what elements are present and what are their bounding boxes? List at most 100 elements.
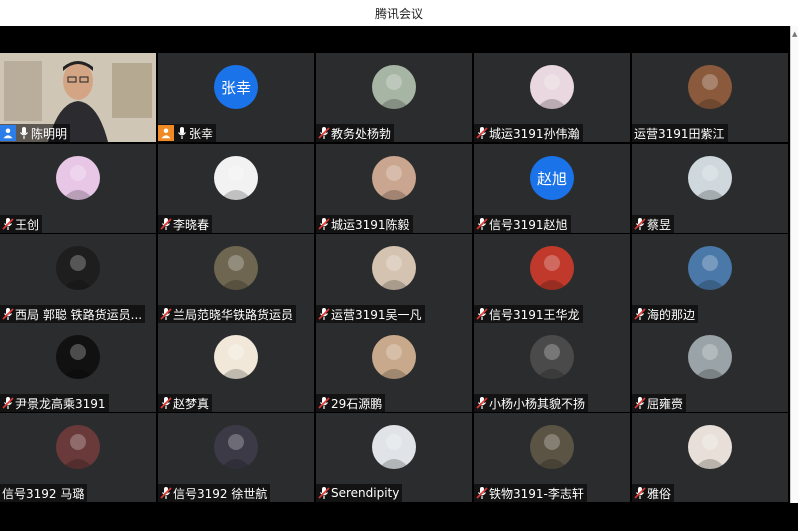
participant-label: 尹景龙高乘3191 bbox=[0, 394, 109, 412]
participant-name: 城运3191陈毅 bbox=[331, 217, 410, 232]
participant-label: 信号3191王华龙 bbox=[474, 305, 583, 323]
participant-label: 雅俗 bbox=[632, 484, 675, 502]
mic-muted-icon bbox=[318, 486, 330, 500]
participant-tile[interactable]: 赵旭 信号3191赵旭 bbox=[474, 144, 630, 233]
participant-tile[interactable]: 尹景龙高乘3191 bbox=[0, 323, 156, 412]
participant-tile[interactable]: 海的那边 bbox=[632, 234, 788, 323]
participant-name: 尹景龙高乘3191 bbox=[15, 396, 106, 411]
participant-tile[interactable]: 运营3191吴一凡 bbox=[316, 234, 472, 323]
mic-muted-icon bbox=[634, 396, 646, 410]
participant-tile[interactable]: 信号3191王华龙 bbox=[474, 234, 630, 323]
mic-muted-icon bbox=[160, 486, 172, 500]
participant-tile[interactable]: 信号3192 马璐 bbox=[0, 413, 156, 502]
mic-muted-icon bbox=[476, 486, 488, 500]
participant-label: 城运3191孙伟瀚 bbox=[474, 124, 583, 142]
mic-muted-icon bbox=[160, 217, 172, 231]
participant-name: 运营3191吴一凡 bbox=[331, 307, 422, 322]
avatar bbox=[530, 246, 574, 290]
mic-muted-icon bbox=[634, 486, 646, 500]
participant-label: 张幸 bbox=[158, 124, 217, 142]
participant-label: 西局 郭聪 铁路货运员... bbox=[0, 305, 146, 323]
participant-tile[interactable]: 城运3191孙伟瀚 bbox=[474, 53, 630, 142]
mic-muted-icon bbox=[318, 396, 330, 410]
participant-label: 小杨小杨其貌不扬 bbox=[474, 394, 589, 412]
mic-muted-icon bbox=[476, 217, 488, 231]
participant-name: 李晓春 bbox=[173, 217, 210, 232]
participant-name: 张幸 bbox=[189, 126, 214, 141]
participant-label: 李晓春 bbox=[158, 215, 213, 233]
mic-muted-icon bbox=[318, 307, 330, 321]
participant-label: 运营3191田紫江 bbox=[632, 124, 728, 142]
participant-name: 赵梦真 bbox=[173, 396, 210, 411]
participant-tile[interactable]: Serendipity bbox=[316, 413, 472, 502]
participant-name: 运营3191田紫江 bbox=[634, 126, 725, 141]
participant-label: 29石源鹏 bbox=[316, 394, 386, 412]
participant-tile[interactable]: 蔡昱 bbox=[632, 144, 788, 233]
participant-label: 王创 bbox=[0, 215, 43, 233]
mic-icon bbox=[176, 126, 188, 140]
host-badge-icon bbox=[158, 125, 174, 141]
mic-muted-icon bbox=[2, 217, 14, 231]
participant-tile[interactable]: 王创 bbox=[0, 144, 156, 233]
participant-name: 蔡昱 bbox=[647, 217, 672, 232]
participant-tile[interactable]: 赵梦真 bbox=[158, 323, 314, 412]
participant-label: 信号3191赵旭 bbox=[474, 215, 571, 233]
participant-tile[interactable]: 教务处杨勃 bbox=[316, 53, 472, 142]
participant-tile[interactable]: 运营3191田紫江 bbox=[632, 53, 788, 142]
participant-label: 信号3192 马璐 bbox=[0, 484, 88, 502]
participant-tile[interactable]: 信号3192 徐世航 bbox=[158, 413, 314, 502]
avatar bbox=[214, 335, 258, 379]
participant-tile[interactable]: 西局 郭聪 铁路货运员... bbox=[0, 234, 156, 323]
mic-muted-icon bbox=[2, 396, 14, 410]
avatar bbox=[688, 156, 732, 200]
mic-muted-icon bbox=[160, 307, 172, 321]
participant-name: 海的那边 bbox=[647, 307, 696, 322]
participant-label: 城运3191陈毅 bbox=[316, 215, 413, 233]
avatar bbox=[530, 65, 574, 109]
participant-name: 陈明明 bbox=[31, 126, 68, 141]
avatar bbox=[372, 65, 416, 109]
avatar bbox=[530, 335, 574, 379]
avatar bbox=[372, 425, 416, 469]
participant-label: 兰局范晓华铁路货运员 bbox=[158, 305, 297, 323]
participant-tile[interactable]: 陈明明 bbox=[0, 53, 156, 142]
avatar bbox=[56, 246, 100, 290]
participant-grid: 陈明明 张幸 张幸 教务处杨勃 城运3191孙伟瀚 运营3191田紫江 王创 李晓春 城运319… bbox=[0, 53, 791, 503]
participant-label: 铁物3191-李志轩 bbox=[474, 484, 587, 502]
participant-name: 教务处杨勃 bbox=[331, 126, 392, 141]
mic-muted-icon bbox=[318, 126, 330, 140]
host-badge-icon bbox=[0, 125, 16, 141]
participant-name: 信号3191赵旭 bbox=[489, 217, 568, 232]
participant-label: 信号3192 徐世航 bbox=[158, 484, 271, 502]
participant-tile[interactable]: 铁物3191-李志轩 bbox=[474, 413, 630, 502]
participant-tile[interactable]: 兰局范晓华铁路货运员 bbox=[158, 234, 314, 323]
participant-name: 雅俗 bbox=[647, 486, 672, 501]
avatar bbox=[214, 246, 258, 290]
participant-tile[interactable]: 小杨小杨其貌不扬 bbox=[474, 323, 630, 412]
participant-tile[interactable]: 李晓春 bbox=[158, 144, 314, 233]
chevron-up-icon[interactable]: ▲ bbox=[792, 30, 797, 38]
mic-muted-icon bbox=[318, 217, 330, 231]
right-scrollbar[interactable]: ▲ bbox=[790, 26, 798, 504]
participant-label: Serendipity bbox=[316, 484, 403, 502]
participant-name: 信号3192 马璐 bbox=[2, 486, 85, 501]
participant-tile[interactable]: 29石源鹏 bbox=[316, 323, 472, 412]
participant-name: 西局 郭聪 铁路货运员... bbox=[15, 307, 143, 322]
mic-muted-icon bbox=[476, 396, 488, 410]
participant-tile[interactable]: 张幸 张幸 bbox=[158, 53, 314, 142]
participant-name: 29石源鹏 bbox=[331, 396, 383, 411]
avatar bbox=[688, 335, 732, 379]
top-toolbar-area bbox=[0, 26, 798, 53]
mic-icon bbox=[18, 126, 30, 140]
participant-name: 兰局范晓华铁路货运员 bbox=[173, 307, 294, 322]
participant-tile[interactable]: 屈雍赍 bbox=[632, 323, 788, 412]
participant-tile[interactable]: 城运3191陈毅 bbox=[316, 144, 472, 233]
participant-label: 屈雍赍 bbox=[632, 394, 687, 412]
avatar bbox=[372, 246, 416, 290]
participant-tile[interactable]: 雅俗 bbox=[632, 413, 788, 502]
avatar: 张幸 bbox=[214, 65, 258, 109]
bottom-toolbar-area bbox=[0, 503, 798, 531]
participant-name: Serendipity bbox=[331, 486, 400, 500]
avatar bbox=[372, 335, 416, 379]
avatar bbox=[688, 65, 732, 109]
